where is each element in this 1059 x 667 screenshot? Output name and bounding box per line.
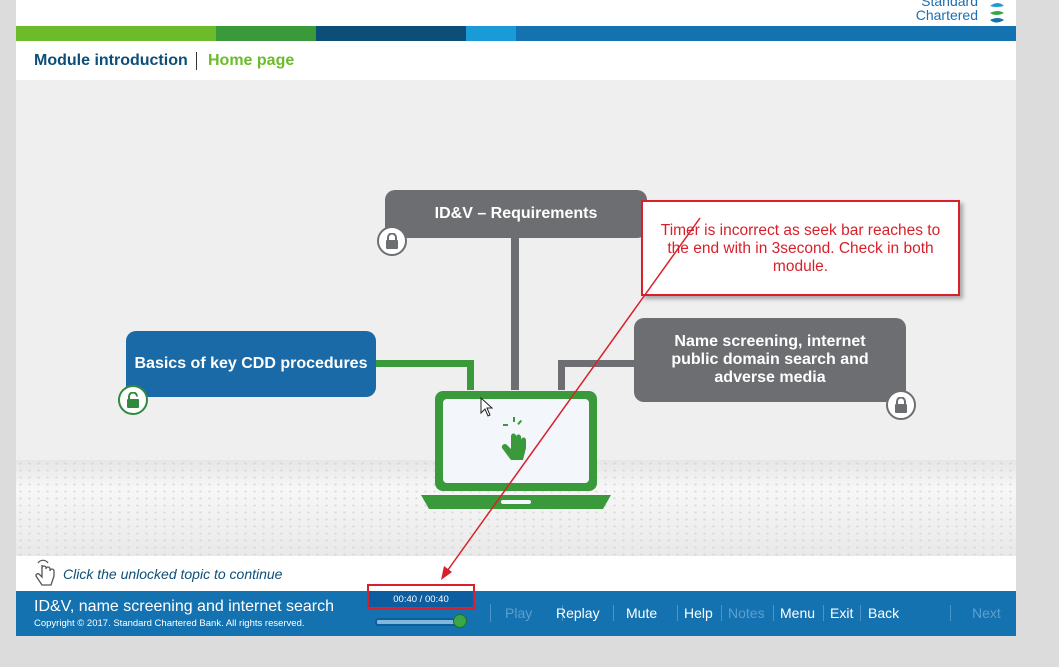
annotation-arrow: [441, 217, 701, 580]
